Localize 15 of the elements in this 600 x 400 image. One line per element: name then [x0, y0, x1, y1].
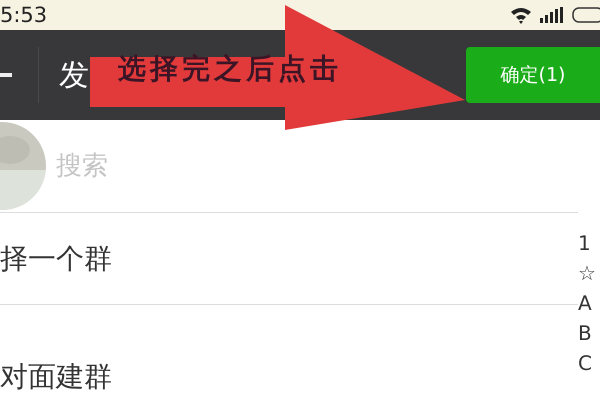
index-letter[interactable]: ☆ [578, 260, 600, 286]
index-letter[interactable]: A [578, 290, 600, 316]
back-icon[interactable] [0, 73, 12, 77]
index-letter[interactable]: B [578, 320, 600, 346]
list-item[interactable]: 择一个群 [0, 213, 578, 305]
search-field[interactable]: 搜索 [54, 150, 358, 182]
battery-icon [572, 7, 600, 23]
index-letter[interactable]: 1 [578, 230, 600, 256]
list-item[interactable]: 对面建群 [0, 305, 578, 400]
status-time: 5:53 [0, 3, 48, 27]
index-letter[interactable]: C [578, 350, 600, 376]
annotation-text: 选择完之后点击 [118, 51, 342, 87]
wifi-icon [510, 6, 532, 24]
page-title: 发 [59, 56, 89, 94]
signal-icon [540, 7, 564, 23]
